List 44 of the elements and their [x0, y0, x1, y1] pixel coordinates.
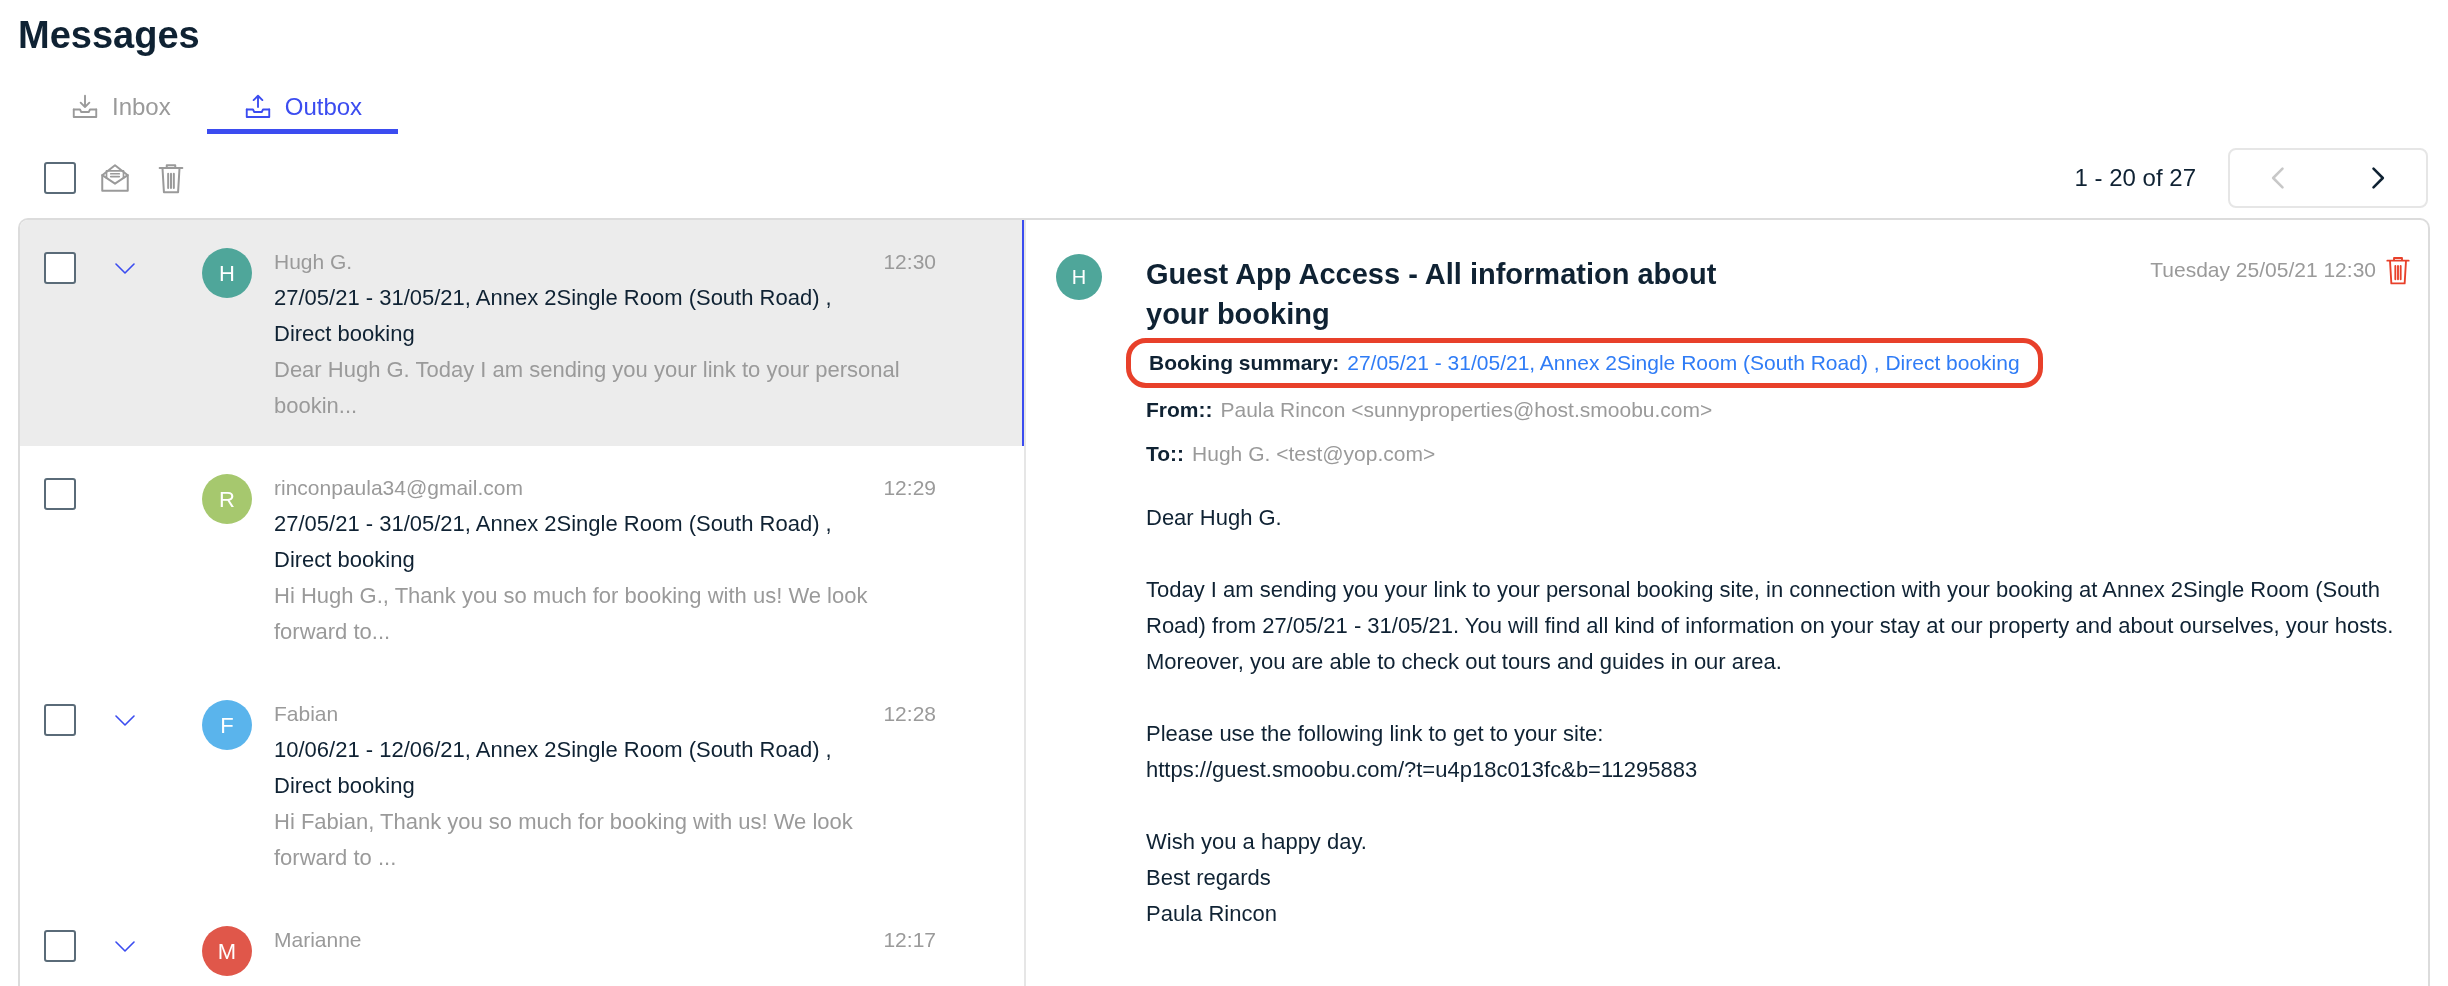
message-subject: 27/05/21 - 31/05/21, Annex 2Single Room (South Road) , Direct booking [274, 284, 833, 348]
field-label: From:: [1146, 396, 1213, 423]
page-range: 1 - 20 of 27 [2074, 163, 2196, 193]
message-preview: Hi Fabian, Thank you so much for booking with us! We look forward to ... [274, 808, 854, 872]
avatar: M [202, 926, 252, 976]
page-title: Messages [18, 16, 201, 54]
message-time: 12:28 [883, 701, 936, 727]
sender-name: Fabian [274, 701, 339, 727]
sender-name: rinconpaula34@gmail.com [274, 475, 523, 501]
message-title: Guest App Access - All information about your booking [1146, 257, 1718, 332]
row-checkbox[interactable] [44, 930, 76, 962]
message-date: Tuesday 25/05/21 12:30 [2150, 257, 2376, 284]
message-subject: 10/06/21 - 12/06/21, Annex 2Single Room (South Road) , Direct booking [274, 736, 833, 800]
body-text: Dear Hugh G. [1146, 503, 1283, 532]
body-text: Please use the following link to get to your site: [1146, 719, 1605, 748]
avatar: R [202, 474, 252, 524]
field-value: Hugh G. <test@yop.com> [1192, 440, 1436, 467]
message-time: 12:29 [883, 475, 936, 501]
field-label: Booking summary: [1149, 350, 1340, 376]
avatar: F [202, 700, 252, 750]
body-text: https://guest.smoobu.com/?t=u4p18c013fc&b=11295883 [1146, 755, 1699, 784]
message-time: 12:17 [883, 927, 936, 953]
body-text: Wish you a happy day. [1146, 827, 1368, 856]
avatar: H [202, 248, 252, 298]
message-preview: Hi Hugh G., Thank you so much for booking with us! We look forward to... [274, 582, 869, 646]
row-checkbox[interactable] [44, 478, 76, 510]
booking-link[interactable]: 27/05/21 - 31/05/21, Annex 2Single Room (South Road) , Direct booking [1347, 347, 2020, 379]
body-text: Paula Rincon [1146, 899, 1278, 928]
body-text: Today I am sending you your link to your personal booking site, in connection with your booking at Annex 2Single Room (South Road) from 27/05/21 - 31/05/21. You will find all kind of information on your stay at our property and about ourselves, your hosts. Moreover, you are able to check out tours and guides in our area. [1146, 575, 2394, 676]
field-value: Paula Rincon <sunnyproperties@host.smoobu.com> [1220, 396, 1713, 423]
message-time: 12:30 [883, 249, 936, 275]
select-all-checkbox[interactable] [44, 162, 76, 194]
message-preview: Dear Hugh G. Today I am sending you your link to your personal bookin... [274, 356, 901, 420]
sender-name: Hugh G. [274, 249, 353, 275]
tab[interactable]: Outbox [206, 84, 399, 134]
field-label: To:: [1146, 440, 1185, 467]
sender-name: Marianne [274, 927, 362, 953]
row-checkbox[interactable] [44, 704, 76, 736]
message-row[interactable]: H Hugh G. 12:30 27/05/21 - 31/05/21, Annex 2Single Room (South Road) , Direct booking Dear Hugh G. Today I am sending you your link to your personal bookin... [20, 220, 1024, 446]
message-subject: 27/05/21 - 31/05/21, Annex 2Single Room (South Road) , Direct booking [274, 510, 833, 574]
row-checkbox[interactable] [44, 252, 76, 284]
avatar: H [1056, 254, 1102, 300]
open-envelope-icon [98, 161, 132, 195]
body-text: Best regards [1146, 863, 1272, 892]
